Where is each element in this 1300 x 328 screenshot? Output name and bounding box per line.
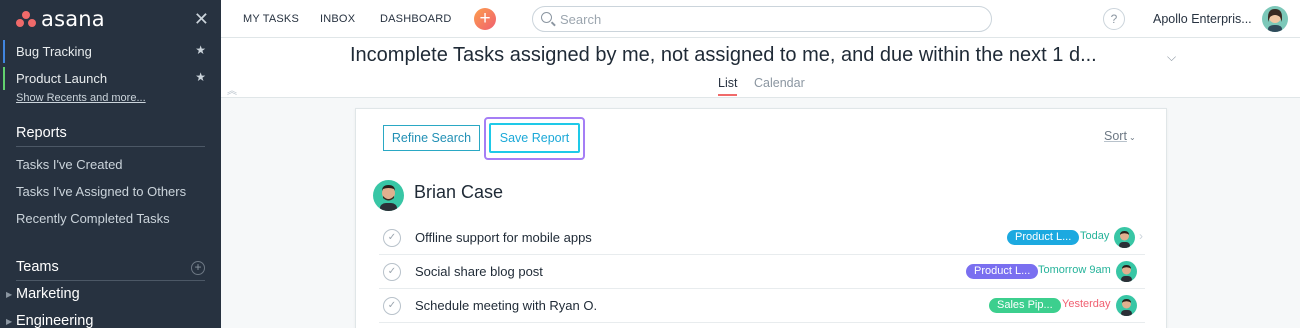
checkmark-icon[interactable]: ✓	[383, 297, 401, 315]
avatar[interactable]	[373, 180, 404, 211]
favorite-product-launch[interactable]: Product Launch ★	[0, 65, 221, 92]
tab-list[interactable]: List	[718, 76, 738, 96]
checkmark-icon[interactable]: ✓	[383, 229, 401, 247]
quick-add-button[interactable]: +	[474, 8, 496, 30]
reports-heading[interactable]: Reports	[0, 120, 221, 146]
star-icon[interactable]: ★	[195, 70, 206, 84]
caret-right-icon: ▶	[6, 290, 13, 299]
due-date: Today	[1080, 230, 1110, 242]
report-tasks-created[interactable]: Tasks I've Created	[0, 151, 221, 178]
task-name[interactable]: Offline support for mobile apps	[415, 230, 592, 245]
search-box[interactable]	[532, 6, 992, 32]
team-marketing[interactable]: ▶ Marketing	[0, 281, 221, 308]
save-report-button[interactable]: Save Report	[489, 123, 580, 153]
user-avatar[interactable]	[1262, 6, 1288, 32]
project-color-bar	[3, 67, 5, 90]
team-label: Engineering	[16, 313, 94, 328]
add-team-icon[interactable]: +	[191, 261, 205, 275]
search-input[interactable]	[560, 10, 980, 28]
chevron-right-icon[interactable]: ›	[1139, 229, 1143, 243]
tab-calendar[interactable]: Calendar	[754, 76, 805, 90]
favorite-bug-tracking[interactable]: Bug Tracking ★	[0, 38, 221, 65]
sort-label: Sort	[1104, 129, 1127, 143]
due-date: Tomorrow 9am	[1038, 264, 1111, 276]
chevron-down-icon[interactable]: ⌵	[1167, 50, 1176, 65]
project-tag[interactable]: Product L...	[1007, 230, 1080, 245]
help-button[interactable]: ?	[1103, 8, 1125, 30]
avatar[interactable]	[1116, 261, 1137, 282]
star-icon[interactable]: ★	[195, 43, 206, 57]
sidebar: asana ✕ Bug Tracking ★ Product Launch ★ …	[0, 0, 221, 328]
close-icon[interactable]: ✕	[194, 9, 209, 30]
favorite-label: Bug Tracking	[16, 44, 92, 59]
refine-search-button[interactable]: Refine Search	[383, 125, 480, 151]
project-tag[interactable]: Sales Pip...	[989, 298, 1061, 313]
caret-right-icon: ▶	[6, 317, 13, 326]
task-row[interactable]: ✓ Schedule meeting with Ryan O. Sales Pi…	[379, 289, 1145, 323]
nav-my-tasks[interactable]: MY TASKS	[243, 13, 299, 25]
team-engineering[interactable]: ▶ Engineering	[0, 308, 221, 328]
nav-inbox[interactable]: INBOX	[320, 13, 355, 25]
sort-dropdown[interactable]: Sort ⌄	[1104, 129, 1136, 143]
top-bar: MY TASKS INBOX DASHBOARD + ? Apollo Ente…	[221, 0, 1300, 38]
report-tasks-assigned-to-others[interactable]: Tasks I've Assigned to Others	[0, 178, 221, 205]
nav-dashboard[interactable]: DASHBOARD	[380, 13, 451, 25]
organization-name[interactable]: Apollo Enterpris...	[1153, 12, 1252, 26]
project-tag[interactable]: Product L...	[966, 264, 1039, 279]
task-name[interactable]: Schedule meeting with Ryan O.	[415, 298, 597, 313]
task-row[interactable]: ✓ Offline support for mobile apps Produc…	[379, 221, 1145, 255]
avatar[interactable]	[1114, 227, 1135, 248]
collapse-icon[interactable]: ︽	[227, 82, 237, 97]
teams-heading[interactable]: Teams +	[0, 254, 221, 280]
search-icon	[541, 12, 552, 23]
team-label: Marketing	[16, 286, 80, 302]
assignee-name: Brian Case	[414, 182, 504, 202]
task-row[interactable]: ✓ Social share blog post Product L... To…	[379, 255, 1145, 289]
report-card: Refine Search Save Report Sort ⌄ Brian Ca…	[355, 108, 1167, 328]
teams-label: Teams	[16, 259, 59, 275]
task-name[interactable]: Social share blog post	[415, 264, 543, 279]
page-header: Incomplete Tasks assigned by me, not ass…	[221, 38, 1300, 98]
page-title: Incomplete Tasks assigned by me, not ass…	[350, 44, 1097, 66]
project-color-bar	[3, 40, 5, 63]
report-recently-completed[interactable]: Recently Completed Tasks	[0, 205, 221, 232]
checkmark-icon[interactable]: ✓	[383, 263, 401, 281]
due-date: Yesterday	[1062, 298, 1111, 310]
logo[interactable]: asana ✕	[0, 0, 221, 38]
logo-text: asana	[41, 7, 105, 31]
favorite-label: Product Launch	[16, 71, 108, 86]
asana-logo-icon	[16, 11, 36, 27]
avatar[interactable]	[1116, 295, 1137, 316]
chevron-down-icon: ⌄	[1128, 133, 1136, 142]
